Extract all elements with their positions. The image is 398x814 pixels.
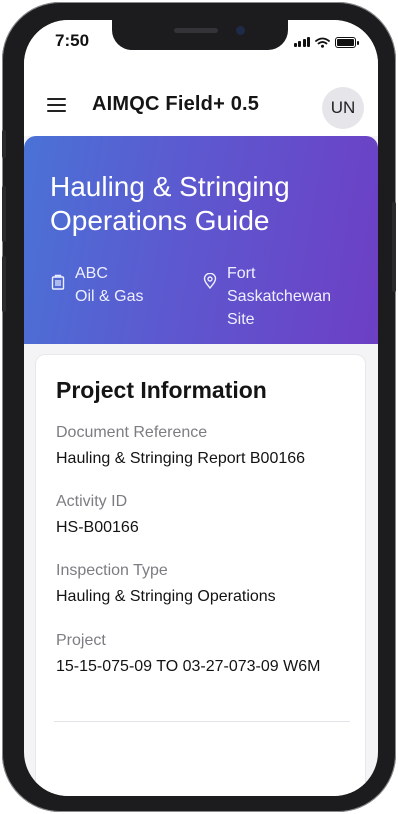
company-name-line1: ABC [75,265,108,282]
field-value: 15-15-075-09 TO 03-27-073-09 W6M [56,658,321,675]
location-info: Fort Saskatchewan Site [202,262,331,331]
field-inspection-type: Inspection Type Hauling & Stringing Oper… [56,561,356,607]
location-line3: Site [227,311,255,328]
status-icons [293,35,359,49]
wifi-icon [315,37,330,48]
project-information-card: Project Information Document Reference H… [35,354,366,796]
power-button [392,202,396,292]
app-title: AIMQC Field+ 0.5 [92,93,260,115]
field-activity-id: Activity ID HS-B00166 [56,492,356,538]
field-label: Document Reference [56,424,208,441]
company-name-line2: Oil & Gas [75,288,144,305]
guide-title: Hauling & Stringing Operations Guide [50,171,290,236]
phone-frame: 7:50 AIMQC Field+ 0.5 UN Hauling & Strin… [2,2,396,812]
field-label: Activity ID [56,493,128,510]
section-divider [54,721,350,722]
notch [112,20,288,50]
front-camera [236,26,245,35]
volume-up-button [2,186,6,242]
field-value: HS-B00166 [56,519,139,536]
hero-banner: Hauling & Stringing Operations Guide ABC… [24,136,378,344]
signal-icon [293,37,310,47]
field-label: Inspection Type [56,562,168,579]
app-header: AIMQC Field+ 0.5 UN [24,64,378,136]
hamburger-menu-icon[interactable] [47,98,66,112]
phone-screen: 7:50 AIMQC Field+ 0.5 UN Hauling & Strin… [24,20,378,796]
user-avatar[interactable]: UN [322,87,364,129]
status-time: 7:50 [55,31,90,50]
field-project: Project 15-15-075-09 TO 03-27-073-09 W6M [56,631,356,677]
field-value: Hauling & Stringing Report B00166 [56,450,306,467]
silent-switch [2,130,6,158]
field-value: Hauling & Stringing Operations [56,588,276,605]
speaker-grille [174,28,218,33]
company-info: ABC Oil & Gas [50,262,143,308]
field-document-reference: Document Reference Hauling & Stringing R… [56,423,356,469]
volume-down-button [2,256,6,312]
building-icon [51,274,65,290]
battery-icon [335,36,359,48]
field-label: Project [56,632,106,649]
location-line1: Fort [227,265,256,282]
card-title: Project Information [56,377,267,403]
location-pin-icon [203,273,217,289]
location-line2: Saskatchewan [227,288,332,305]
